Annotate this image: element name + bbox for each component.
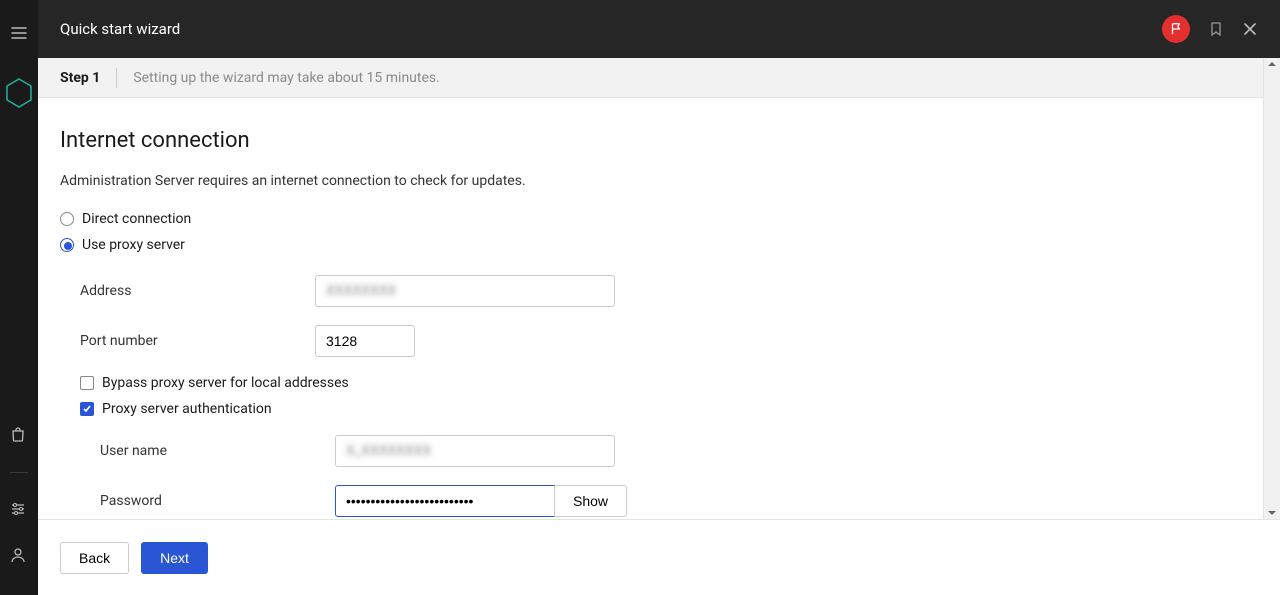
show-password-button[interactable]: Show [555, 485, 627, 517]
address-input[interactable]: XXXXXXXX [315, 275, 615, 307]
scroll-up-icon[interactable] [1268, 62, 1276, 66]
auth-fields-group: User name X_XXXXXXXX Password Show [80, 435, 1258, 517]
wizard-content: Internet connection Administration Serve… [38, 98, 1280, 519]
username-input[interactable]: X_XXXXXXXX [335, 435, 615, 467]
scroll-down-icon[interactable] [1268, 511, 1276, 515]
scrollbar[interactable] [1263, 58, 1280, 519]
radio-direct-label: Direct connection [82, 211, 191, 227]
section-description: Administration Server requires an intern… [60, 173, 1258, 189]
radio-icon-checked [60, 238, 74, 252]
wizard-modal: Quick start wizard Step 1 Setting up the… [38, 0, 1280, 595]
radio-icon [60, 212, 74, 226]
bypass-checkbox[interactable]: Bypass proxy server for local addresses [80, 375, 1258, 391]
radio-direct-connection[interactable]: Direct connection [60, 211, 1258, 227]
header-actions [1162, 15, 1258, 43]
user-icon[interactable] [10, 547, 28, 565]
app-left-sidebar [0, 0, 38, 595]
port-label: Port number [80, 333, 315, 349]
menu-icon[interactable] [10, 24, 28, 42]
wizard-footer: Back Next [38, 519, 1280, 595]
modal-title: Quick start wizard [60, 20, 180, 38]
back-button[interactable]: Back [60, 542, 129, 574]
username-label: User name [100, 443, 335, 459]
auth-label: Proxy server authentication [102, 401, 272, 417]
modal-header: Quick start wizard [38, 0, 1280, 58]
checkbox-icon [80, 376, 94, 390]
step-number: Step 1 [60, 70, 100, 86]
section-title: Internet connection [60, 128, 1258, 153]
close-icon[interactable] [1242, 21, 1258, 37]
password-label: Password [100, 493, 335, 509]
sliders-icon[interactable] [10, 501, 28, 519]
flag-badge-button[interactable] [1162, 15, 1190, 43]
auth-checkbox[interactable]: Proxy server authentication [80, 401, 1258, 417]
bookmark-icon[interactable] [1208, 21, 1224, 37]
bag-icon[interactable] [10, 426, 28, 444]
bypass-label: Bypass proxy server for local addresses [102, 375, 349, 391]
next-button[interactable]: Next [141, 542, 208, 574]
step-bar: Step 1 Setting up the wizard may take ab… [38, 58, 1280, 98]
proxy-settings-group: Address XXXXXXXX Port number Bypass prox… [60, 275, 1258, 517]
address-label: Address [80, 283, 315, 299]
checkbox-icon-checked [80, 402, 94, 416]
radio-proxy-label: Use proxy server [82, 237, 185, 253]
password-input[interactable] [335, 485, 555, 517]
step-divider [116, 68, 117, 88]
sidebar-divider [10, 472, 28, 473]
step-description: Setting up the wizard may take about 15 … [133, 70, 440, 86]
brand-hexagon-icon [6, 78, 32, 108]
radio-use-proxy[interactable]: Use proxy server [60, 237, 1258, 253]
port-input[interactable] [315, 325, 415, 357]
